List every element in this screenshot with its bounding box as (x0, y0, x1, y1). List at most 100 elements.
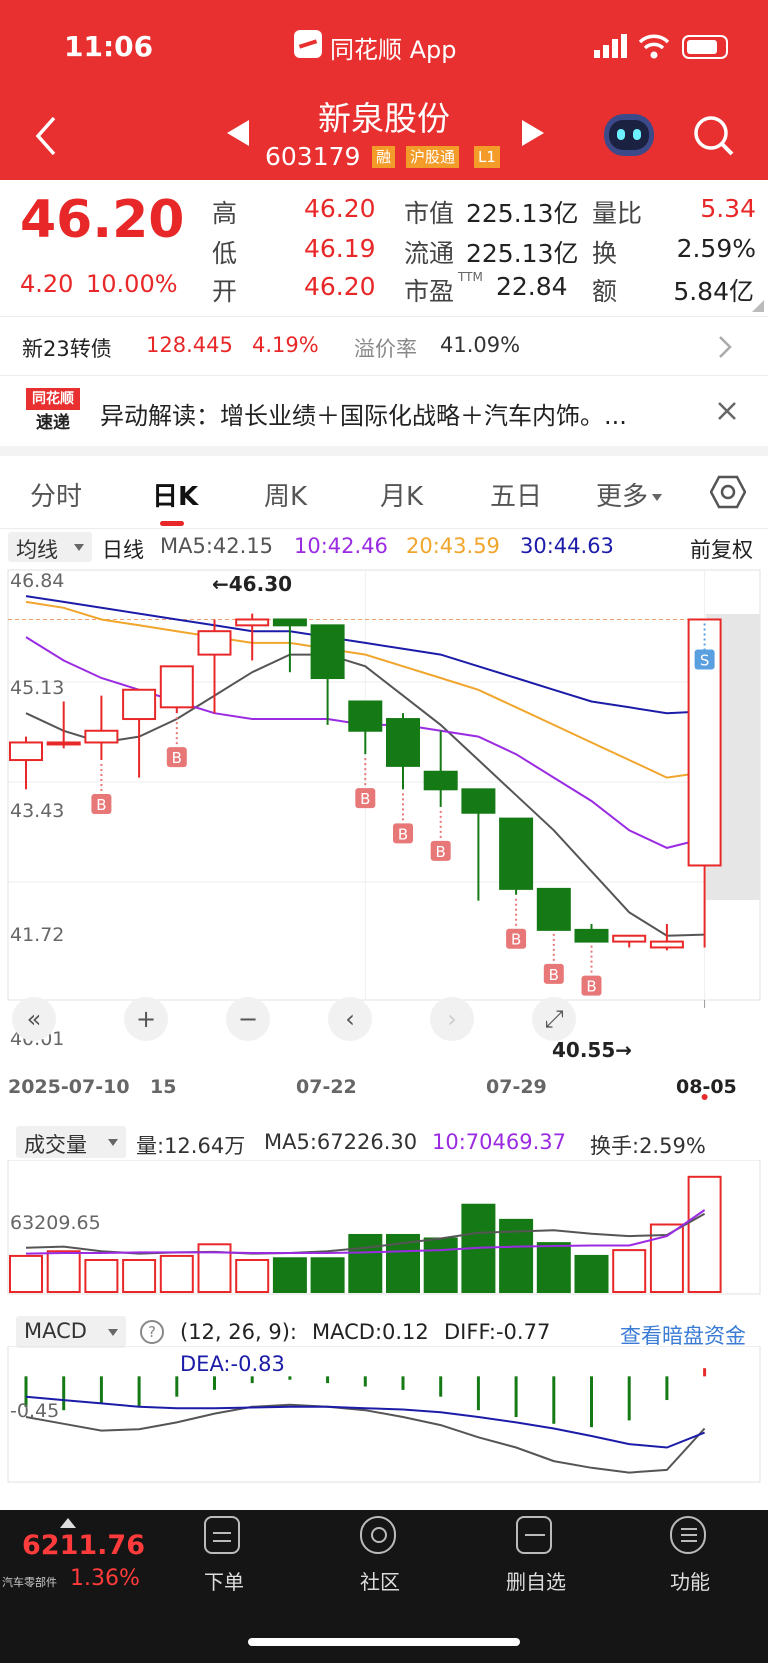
price-change-pct: 10.00% (86, 270, 178, 298)
high-value: 46.20 (304, 194, 376, 223)
battery-icon (682, 35, 728, 59)
collapse-left-button[interactable]: « (12, 997, 56, 1041)
buy-signal-label: B (96, 796, 106, 814)
vol-ratio-label: 量比 (592, 199, 643, 228)
kline-chart[interactable]: B B B B B B B B S (0, 566, 768, 1106)
zoom-in-button[interactable]: + (124, 997, 168, 1041)
fullscreen-button[interactable]: ⤢ (532, 997, 576, 1041)
date-axis-label: 15 (150, 1076, 177, 1098)
buy-signal-label: B (172, 749, 182, 767)
ma-selector[interactable]: 均线 (8, 532, 92, 562)
volume-bar (687, 1175, 722, 1293)
buy-signal-label: B (586, 978, 596, 996)
mkt-cap-value: 225.13亿 (466, 199, 579, 228)
tab-monthly-k[interactable]: 月K (380, 476, 423, 513)
chevron-right-icon (719, 336, 732, 358)
bond-name: 新23转债 (22, 337, 112, 361)
header: 11:06 同花顺 App 新泉股份 603179 融 沪股通 L1 (0, 0, 768, 180)
settings-hexagon-icon[interactable] (710, 474, 746, 510)
ma-selector-label: 均线 (16, 538, 58, 562)
zoom-out-button[interactable]: − (226, 997, 270, 1041)
macd-axis-label: -0.45 (10, 1400, 60, 1422)
candle-body (649, 940, 684, 949)
functions-icon[interactable] (670, 1516, 706, 1554)
functions-label[interactable]: 功能 (670, 1566, 710, 1595)
price-axis-label: 45.13 (10, 677, 65, 699)
premium-value: 41.09% (440, 333, 521, 357)
remove-watchlist-label[interactable]: 删自选 (506, 1566, 566, 1595)
bond-row[interactable]: 新23转债 128.445 4.19% 溢价率 41.09% (0, 317, 768, 375)
tab-five-day[interactable]: 五日 (490, 476, 542, 513)
search-icon[interactable] (692, 114, 736, 158)
volume-selector[interactable]: 成交量 (16, 1126, 126, 1158)
home-indicator (248, 1638, 520, 1646)
candle-body (612, 934, 647, 943)
prev-stock-icon[interactable] (225, 118, 251, 148)
tab-weekly-k[interactable]: 周K (264, 476, 307, 513)
macd-chart[interactable] (0, 1346, 768, 1486)
buy-signal-label: B (360, 790, 370, 808)
date-axis-label: 07-22 (296, 1076, 357, 1098)
diff-value: DIFF:-0.77 (444, 1320, 551, 1344)
order-label[interactable]: 下单 (204, 1566, 244, 1595)
app-logo-icon (294, 30, 322, 58)
robot-assistant-icon[interactable] (604, 114, 654, 156)
buy-signal-label: B (436, 843, 446, 861)
candle-body (272, 618, 307, 627)
index-change: 1.36% (70, 1566, 140, 1591)
badge-margin: 融 (372, 146, 396, 168)
low-annotation: 40.55→ (552, 1038, 633, 1062)
macd-params: (12, 26, 9): (180, 1320, 297, 1344)
volume-selector-label: 成交量 (24, 1133, 87, 1157)
tab-timeshare[interactable]: 分时 (30, 476, 82, 513)
open-value: 46.20 (304, 272, 376, 301)
candle-body (197, 630, 232, 656)
bond-change: 4.19% (252, 333, 319, 357)
remove-watchlist-icon[interactable] (516, 1516, 552, 1554)
ma-period: 日线 (102, 538, 144, 562)
news-logo-bottom: 速递 (36, 413, 70, 433)
index-value[interactable]: 6211.76 (22, 1530, 145, 1561)
help-icon[interactable]: ? (140, 1320, 164, 1344)
candle-body (536, 887, 571, 931)
chart-frame (7, 569, 761, 1001)
volume-chart[interactable] (0, 1160, 768, 1300)
status-app-name: 同花顺 App (330, 36, 457, 64)
price-change: 4.20 (20, 270, 74, 298)
volume-ma10: 10:70469.37 (432, 1130, 566, 1154)
index-name: 汽车零部件 (2, 1576, 57, 1589)
community-icon[interactable] (360, 1516, 396, 1554)
volume-axis-label: 63209.65 (10, 1212, 101, 1234)
bond-price: 128.445 (146, 333, 233, 357)
volume-bar (235, 1259, 270, 1293)
buy-signal-label: B (511, 931, 521, 949)
macd-selector[interactable]: MACD (16, 1316, 126, 1348)
next-stock-icon[interactable] (520, 118, 546, 148)
macd-selector-label: MACD (24, 1319, 87, 1343)
volume-bar (310, 1257, 345, 1293)
float-cap-value: 225.13亿 (466, 239, 579, 268)
tab-more[interactable]: 更多 (596, 476, 663, 513)
scroll-right-button[interactable]: › (430, 997, 474, 1041)
price-axis-label: 46.84 (10, 570, 65, 592)
news-logo: 同花顺 速递 (26, 388, 80, 436)
wifi-icon (638, 34, 670, 59)
tab-daily-k[interactable]: 日K (152, 476, 198, 513)
order-icon[interactable] (204, 1516, 240, 1554)
quote-expand-icon[interactable] (752, 300, 764, 312)
candle-body (461, 788, 496, 814)
price-axis-label: 43.43 (10, 800, 65, 822)
date-axis-label: 08-05 (676, 1076, 737, 1098)
date-axis-label: 2025-07-10 (8, 1076, 130, 1098)
scroll-left-button[interactable]: ‹ (328, 997, 372, 1041)
news-row[interactable]: 同花顺 速递 异动解读：增长业绩＋国际化战略＋汽车内饰。... (0, 376, 768, 446)
adjust-mode[interactable]: 前复权 (690, 534, 753, 564)
pe-ttm-label: TTM (458, 270, 483, 284)
turnover-value: 2.59% (676, 234, 756, 263)
back-icon[interactable] (32, 114, 60, 158)
candle-body (122, 688, 157, 721)
volume-bar (84, 1259, 119, 1293)
community-label[interactable]: 社区 (360, 1566, 400, 1595)
badge-level: L1 (474, 146, 500, 168)
close-icon[interactable] (716, 400, 738, 422)
